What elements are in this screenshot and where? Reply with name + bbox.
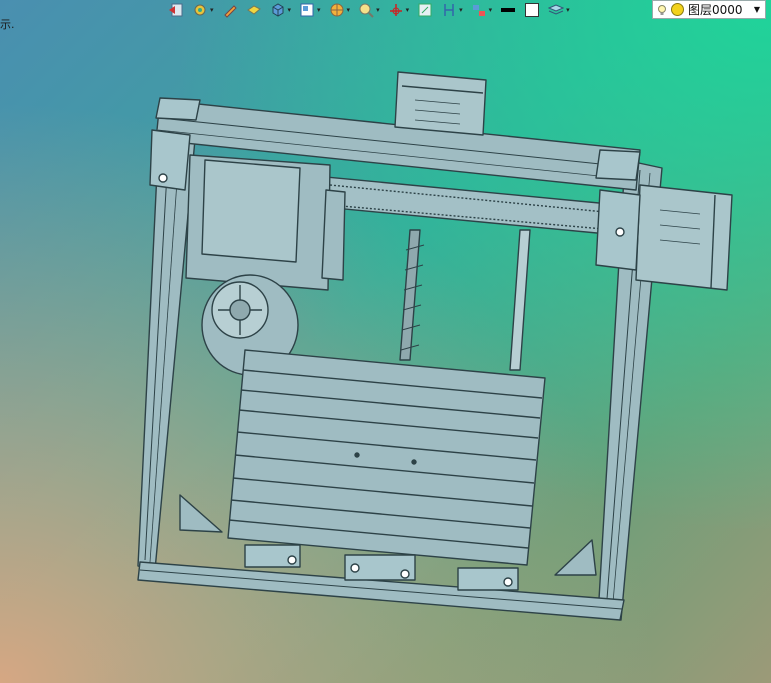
ucs-back-button[interactable] xyxy=(168,0,184,20)
layers-button[interactable]: ▾ xyxy=(548,0,570,20)
snap-settings-button[interactable]: ▾ xyxy=(192,0,214,20)
chevron-down-icon: ▾ xyxy=(376,5,380,14)
chevron-down-icon[interactable]: ▼ xyxy=(754,5,760,14)
sketch-button[interactable] xyxy=(222,0,238,20)
chevron-down-icon: ▾ xyxy=(488,5,493,14)
print-head-carriage[interactable] xyxy=(185,154,346,291)
render-sphere-icon xyxy=(330,3,344,17)
layer-selector[interactable]: 图层0000 ▼ xyxy=(652,0,766,19)
render-button[interactable]: ▾ xyxy=(329,0,351,20)
view-orientation-button[interactable]: ▾ xyxy=(299,0,321,20)
dimension-icon xyxy=(444,4,454,16)
ucs-back-icon xyxy=(169,3,183,17)
sketch-pencil-icon xyxy=(223,5,237,18)
view-orientation-icon xyxy=(300,3,314,17)
color-swatch-icon xyxy=(525,3,540,17)
solid-button[interactable]: ▾ xyxy=(270,0,292,20)
print-bed[interactable] xyxy=(227,349,546,566)
color-button[interactable] xyxy=(524,0,540,20)
solid-cube-icon xyxy=(272,3,284,17)
line-weight-button[interactable] xyxy=(500,0,516,20)
layer-name: 图层0000 xyxy=(688,3,743,17)
layer-color-icon xyxy=(671,3,684,16)
surface-button[interactable] xyxy=(246,0,262,20)
frame-select-button[interactable] xyxy=(417,0,433,20)
dimension-button[interactable]: ▾ xyxy=(441,0,463,20)
layers-stack-icon xyxy=(548,4,565,15)
zoom-lens-icon xyxy=(359,3,374,18)
align-button[interactable]: ▾ xyxy=(471,0,493,20)
chevron-down-icon: ▾ xyxy=(317,5,321,14)
axis-move-button[interactable]: ▾ xyxy=(388,0,410,20)
zoom-button[interactable]: ▾ xyxy=(358,0,380,20)
lightbulb-icon xyxy=(658,4,666,15)
right-stepper-motor[interactable] xyxy=(635,184,733,291)
chevron-down-icon: ▾ xyxy=(459,5,463,14)
z-lead-screw[interactable] xyxy=(399,229,425,361)
line-weight-icon xyxy=(501,8,516,12)
z-smooth-rod[interactable] xyxy=(509,229,531,371)
chevron-down-icon: ▾ xyxy=(405,5,410,14)
chevron-down-icon: ▾ xyxy=(566,5,570,14)
axis-move-icon xyxy=(389,4,402,16)
top-stepper-motor[interactable] xyxy=(394,71,487,136)
surface-block-icon xyxy=(246,5,261,15)
model-viewport[interactable] xyxy=(0,20,771,683)
chevron-down-icon: ▾ xyxy=(210,5,214,14)
frame-select-icon xyxy=(418,3,432,17)
chevron-down-icon: ▾ xyxy=(346,5,351,14)
align-icon xyxy=(472,5,485,16)
chevron-down-icon: ▾ xyxy=(287,5,292,14)
snap-settings-icon xyxy=(194,4,206,16)
